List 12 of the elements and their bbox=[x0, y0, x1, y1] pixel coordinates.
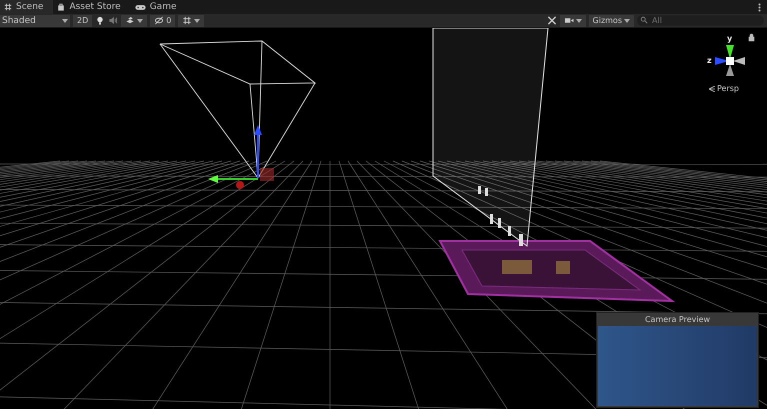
projection-toggle[interactable]: Persp bbox=[709, 84, 739, 93]
scene-tab[interactable]: Game bbox=[130, 0, 186, 14]
y-axis-label: y bbox=[727, 34, 732, 43]
search-field[interactable]: All bbox=[637, 15, 764, 26]
scene-tab[interactable]: Asset Store bbox=[53, 0, 131, 14]
panel-title: Camera Preview bbox=[644, 314, 712, 326]
scene-tab[interactable]: Scene bbox=[0, 0, 54, 14]
hidden-objects-button[interactable]: 0 bbox=[150, 14, 176, 26]
z-axis-label: z bbox=[707, 56, 712, 65]
draw-mode-dropdown[interactable]: Shaded bbox=[0, 14, 70, 26]
mode-2d-button[interactable]: 2D bbox=[73, 14, 92, 26]
gizmos-dropdown[interactable]: Gizmos bbox=[588, 14, 634, 26]
